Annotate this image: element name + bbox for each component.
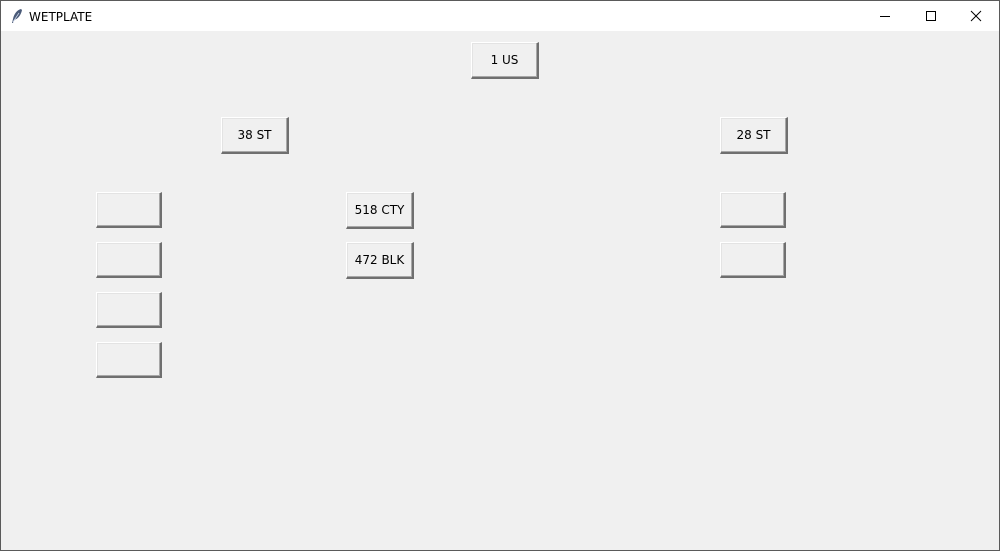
window-title: WETPLATE [29,10,93,24]
left-button-3[interactable] [96,292,162,328]
button-472-blk[interactable]: 472 BLK [346,242,414,279]
minimize-icon [880,16,890,17]
minimize-button[interactable] [862,1,908,31]
maximize-button[interactable] [908,1,954,31]
left-button-2[interactable] [96,242,162,278]
feather-icon [10,8,24,24]
button-1-us[interactable]: 1 US [471,42,539,79]
button-38-st[interactable]: 38 ST [221,117,289,154]
app-window: WETPLATE 1 US 38 ST 28 ST 518 CTY 472 BL… [0,0,1000,551]
left-button-4[interactable] [96,342,162,378]
client-area: 1 US 38 ST 28 ST 518 CTY 472 BLK [1,31,999,550]
title-bar[interactable]: WETPLATE [1,1,999,31]
right-button-1[interactable] [720,192,786,228]
button-518-cty[interactable]: 518 CTY [346,192,414,229]
close-icon [970,10,982,22]
maximize-icon [926,11,936,21]
left-button-1[interactable] [96,192,162,228]
close-button[interactable] [953,1,999,31]
button-28-st[interactable]: 28 ST [720,117,788,154]
right-button-2[interactable] [720,242,786,278]
